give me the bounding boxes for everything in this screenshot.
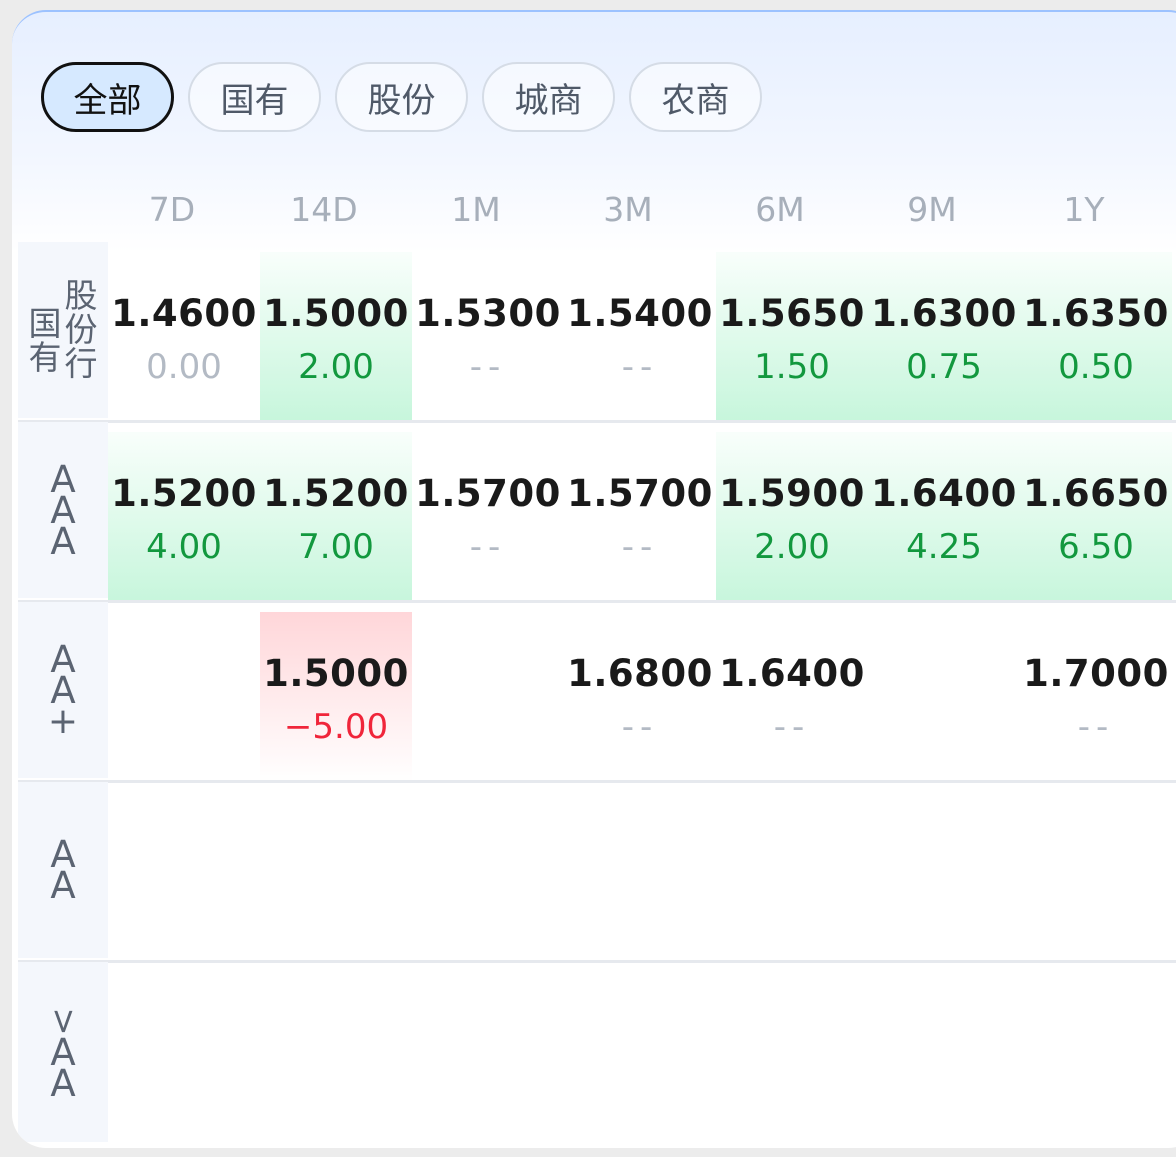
filter-chip-2[interactable]: 股份: [335, 62, 468, 132]
row-divider: [18, 420, 1176, 423]
tenor-header-9m[interactable]: 9M: [856, 190, 1008, 229]
tenor-header-1m[interactable]: 1M: [400, 190, 552, 229]
row-label-2: A A +: [18, 602, 108, 778]
rate-value: 1.5700: [567, 472, 713, 515]
rate-change: --: [621, 527, 659, 567]
row-divider: [18, 780, 1176, 783]
tenor-header-7d[interactable]: 7D: [96, 190, 248, 229]
rate-value: 1.5900: [719, 472, 865, 515]
rate-cell[interactable]: 1.5400 --: [564, 252, 716, 420]
rate-change: 4.00: [146, 527, 222, 567]
rate-value: 1.6400: [871, 472, 1017, 515]
tenor-header-row: 7D 14D 1M 3M 6M 9M 1Y: [12, 190, 1176, 250]
rate-value: 1.5000: [263, 652, 409, 695]
rate-change: --: [469, 347, 507, 387]
row-label-text: AAA: [50, 457, 76, 563]
filter-chip-3[interactable]: 城商: [482, 62, 615, 132]
row-label-text: < A A: [42, 1006, 83, 1105]
tenor-header-1y[interactable]: 1Y: [1008, 190, 1160, 229]
rate-change: 4.25: [906, 527, 982, 567]
row-label-1: AAA: [18, 422, 108, 598]
rate-cell[interactable]: 1.6800 --: [564, 612, 716, 782]
rate-cell[interactable]: 1.5700 --: [412, 432, 564, 602]
rate-value: 1.6350: [1023, 292, 1169, 335]
rate-cell[interactable]: 1.5200 4.00: [108, 432, 260, 602]
rate-value: 1.4600: [111, 292, 257, 335]
rate-cell[interactable]: 1.5650 1.50: [716, 252, 868, 420]
rate-change: --: [1077, 707, 1115, 747]
rate-cell[interactable]: 1.6300 0.75: [868, 252, 1020, 420]
rate-matrix-card: 全部 国有 股份 城商 农商 7D 14D 1M 3M 6M 9M 1Y 国有股份行 1.4600 0.…: [12, 10, 1176, 1148]
tenor-header-6m[interactable]: 6M: [704, 190, 856, 229]
rate-value: 1.5200: [263, 472, 409, 515]
rate-cell[interactable]: 1.7000 --: [1020, 612, 1172, 782]
row-label-text: AA: [50, 833, 76, 907]
row-label-part: 股份行: [64, 276, 98, 383]
rate-value: 1.5300: [415, 292, 561, 335]
rate-cell[interactable]: 1.5000 2.00: [260, 252, 412, 420]
rate-cell[interactable]: 1.5900 2.00: [716, 432, 868, 602]
filter-chip-0[interactable]: 全部: [41, 62, 174, 132]
rate-value: 1.5000: [263, 292, 409, 335]
tenor-header-3m[interactable]: 3M: [552, 190, 704, 229]
row-divider: [18, 960, 1176, 963]
rate-cell[interactable]: 1.5300 --: [412, 252, 564, 420]
row-label-3: AA: [18, 782, 108, 958]
rate-change: −5.00: [283, 707, 389, 747]
rate-cell[interactable]: 1.5200 7.00: [260, 432, 412, 602]
rate-value: 1.6800: [567, 652, 713, 695]
rate-cell[interactable]: 1.5000 −5.00: [260, 612, 412, 782]
rate-change: 0.50: [1058, 347, 1134, 387]
rate-cell[interactable]: 1.6400 --: [716, 612, 868, 782]
filter-chip-1[interactable]: 国有: [188, 62, 321, 132]
rate-value: 1.6300: [871, 292, 1017, 335]
bank-type-filter-bar: 全部 国有 股份 城商 农商: [41, 62, 762, 132]
rate-change: --: [469, 527, 507, 567]
row-label-text: A A +: [47, 637, 79, 742]
rate-change: 7.00: [298, 527, 374, 567]
rate-value: 1.7000: [1023, 652, 1169, 695]
rate-cell[interactable]: 1.6350 0.50: [1020, 252, 1172, 420]
rate-change: 0.75: [906, 347, 982, 387]
rate-value: 1.5400: [567, 292, 713, 335]
rate-change: 2.00: [754, 527, 830, 567]
rate-change: 2.00: [298, 347, 374, 387]
rate-value: 1.6650: [1023, 472, 1169, 515]
rate-cell[interactable]: 1.6650 6.50: [1020, 432, 1172, 602]
rate-cell[interactable]: 1.5700 --: [564, 432, 716, 602]
row-divider: [18, 600, 1176, 603]
rate-change: --: [621, 347, 659, 387]
row-label-0: 国有股份行: [18, 242, 108, 418]
rate-change: --: [621, 707, 659, 747]
rate-change: --: [773, 707, 811, 747]
rate-cell[interactable]: 1.6400 4.25: [868, 432, 1020, 602]
rate-value: 1.5700: [415, 472, 561, 515]
tenor-header-14d[interactable]: 14D: [248, 190, 400, 229]
rate-value: 1.5650: [719, 292, 865, 335]
rate-value: 1.5200: [111, 472, 257, 515]
rate-change: 1.50: [754, 347, 830, 387]
filter-chip-4[interactable]: 农商: [629, 62, 762, 132]
rate-cell[interactable]: 1.4600 0.00: [108, 252, 260, 420]
row-label-4: < A A: [18, 962, 108, 1142]
rate-change: 0.00: [146, 347, 222, 387]
rate-change: 6.50: [1058, 527, 1134, 567]
rate-value: 1.6400: [719, 652, 865, 695]
row-label-part: 国有: [28, 304, 62, 377]
